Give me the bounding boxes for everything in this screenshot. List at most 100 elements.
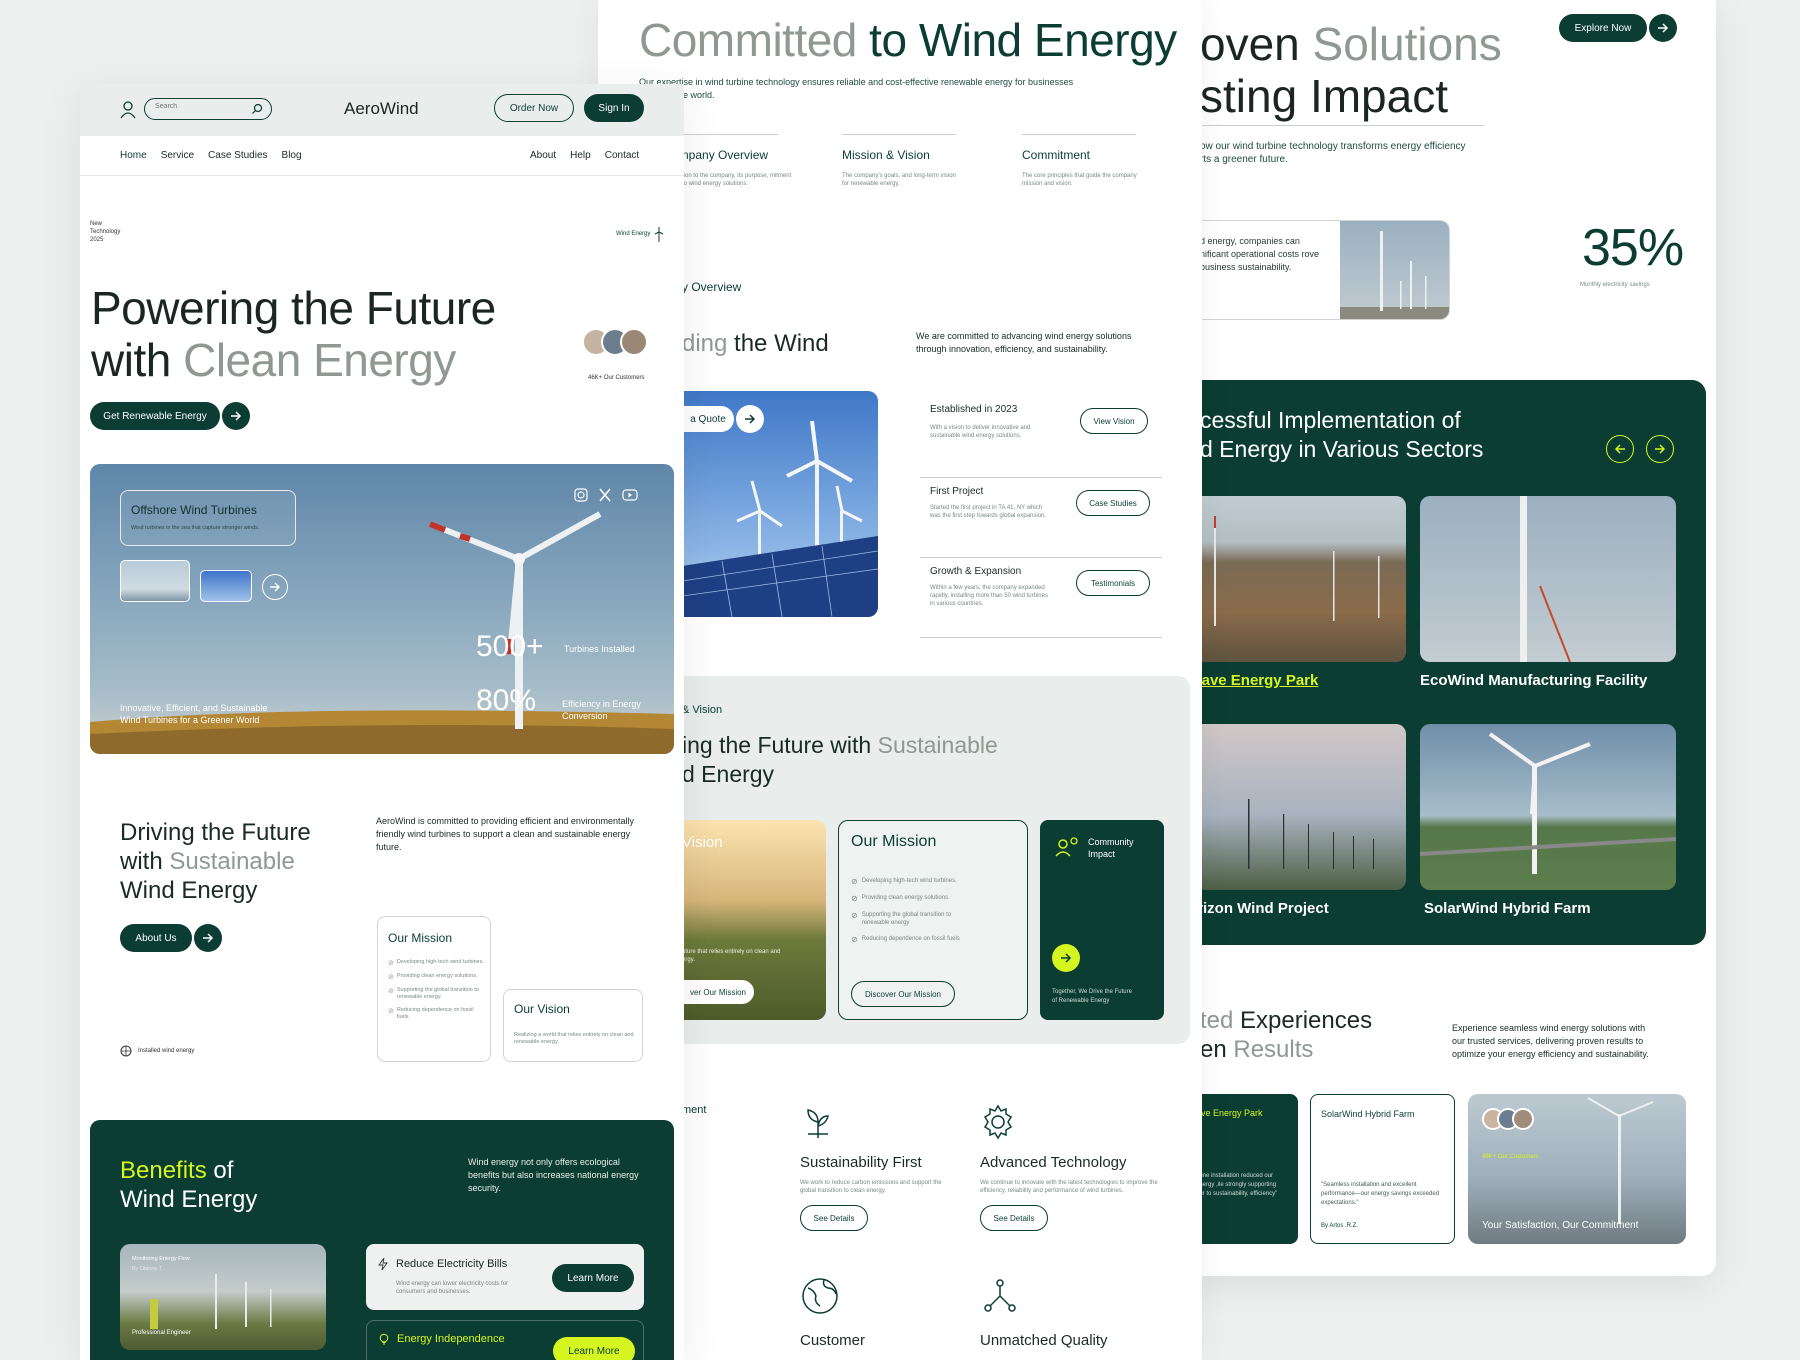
search-box[interactable] bbox=[144, 98, 272, 120]
testimonial-card[interactable]: SolarWind Hybrid Farm "Seamless installa… bbox=[1310, 1094, 1455, 1244]
customer-avatars bbox=[582, 328, 648, 356]
section-title: Committed to Wind Energy bbox=[639, 14, 1177, 66]
testimonial-photo-card[interactable]: 46K+ Our Customers Your Satisfaction, Ou… bbox=[1468, 1094, 1686, 1244]
turbine-icon bbox=[655, 227, 664, 242]
order-now-button[interactable]: Order Now bbox=[494, 94, 574, 122]
project-photo[interactable] bbox=[1420, 724, 1676, 890]
divider bbox=[1188, 125, 1484, 126]
quote-group: a Quote bbox=[682, 405, 764, 433]
nav-home[interactable]: Home bbox=[120, 150, 147, 161]
arrow-right-icon[interactable] bbox=[222, 402, 250, 430]
learn-more-button[interactable]: Learn More bbox=[553, 1337, 635, 1360]
about-desc: AeroWind is committed to providing effic… bbox=[376, 816, 634, 852]
divider bbox=[678, 134, 778, 135]
learn-more-button[interactable]: Learn More bbox=[552, 1264, 634, 1292]
see-details-button[interactable]: See Details bbox=[800, 1205, 868, 1231]
bolt-icon bbox=[378, 1258, 388, 1270]
lead-title: ding the Wind bbox=[682, 330, 829, 357]
efficiency-stat: 80% bbox=[476, 684, 537, 717]
nav-blog[interactable]: Blog bbox=[282, 150, 302, 161]
nav-contact[interactable]: Contact bbox=[605, 150, 639, 161]
feature-item: Sustainability First We work to reduce c… bbox=[800, 1104, 950, 1231]
nav-case-studies[interactable]: Case Studies bbox=[208, 150, 267, 161]
get-quote-button[interactable]: a Quote bbox=[682, 406, 734, 432]
project-photo[interactable] bbox=[1420, 496, 1676, 662]
project-photo[interactable] bbox=[1188, 496, 1406, 662]
our-mission-card: Our Mission ⊘ Developing high-tech wind t… bbox=[838, 820, 1028, 1020]
see-details-button[interactable]: See Details bbox=[980, 1205, 1048, 1231]
thumbnail[interactable] bbox=[200, 570, 252, 602]
our-vision-card: Our Vision Realizing a world that relies… bbox=[503, 989, 643, 1062]
turbines-stat-label: Turbines Installed bbox=[564, 644, 635, 654]
view-vision-button[interactable]: View Vision bbox=[1080, 408, 1148, 434]
benefits-desc: Wind energy not only offers ecological b… bbox=[468, 1157, 639, 1193]
solar-wind-photo: a Quote bbox=[682, 391, 878, 617]
experiences-title: ted Experiences en Results bbox=[1200, 1007, 1373, 1063]
network-icon bbox=[984, 1279, 1016, 1312]
overview-column: Commitment The core principles that guid… bbox=[1022, 148, 1137, 187]
community-icon bbox=[1055, 837, 1078, 857]
timeline: Established in 2023 With a vision to del… bbox=[920, 398, 1162, 638]
project-title[interactable]: EcoWind Manufacturing Facility bbox=[1420, 672, 1647, 689]
testimonial-card[interactable]: ave Energy Park rbine installation reduc… bbox=[1188, 1094, 1298, 1244]
savings-card: d energy, companies can nificant operati… bbox=[1188, 220, 1450, 320]
feature-item: Unmatched Quality bbox=[980, 1276, 1108, 1349]
discover-mission-button[interactable]: ver Our Mission bbox=[682, 980, 754, 1004]
nav-about[interactable]: About bbox=[530, 150, 556, 161]
search-input[interactable] bbox=[155, 103, 245, 110]
section-intro: Our expertise in wind turbine technology… bbox=[639, 77, 1074, 100]
benefit-card: Energy Independence Learn More bbox=[366, 1320, 644, 1360]
globe-icon bbox=[802, 1278, 838, 1314]
offshore-card[interactable]: Offshore Wind Turbines Wind turbines in … bbox=[120, 490, 296, 546]
project-photo[interactable] bbox=[1188, 724, 1406, 890]
efficiency-stat-label: Efficiency in Energy Conversion bbox=[562, 699, 641, 721]
case-studies-button[interactable]: Case Studies bbox=[1076, 490, 1150, 516]
arrow-right-icon[interactable] bbox=[262, 574, 288, 600]
instagram-icon[interactable] bbox=[574, 488, 588, 502]
sign-in-button[interactable]: Sign In bbox=[584, 94, 644, 122]
explore-now-button[interactable]: Explore Now bbox=[1559, 14, 1647, 42]
prev-arrow-button[interactable] bbox=[1606, 435, 1634, 463]
nav-service[interactable]: Service bbox=[161, 150, 194, 161]
about-us-button[interactable]: About Us bbox=[120, 924, 192, 952]
discover-our-mission-button[interactable]: Discover Our Mission bbox=[851, 981, 955, 1007]
search-icon[interactable] bbox=[251, 103, 263, 115]
next-arrow-button[interactable] bbox=[1646, 435, 1674, 463]
overview-column: npany Overview tion to the company, its … bbox=[682, 148, 792, 187]
arrow-right-icon[interactable] bbox=[736, 405, 764, 433]
arrow-right-icon[interactable] bbox=[1649, 14, 1677, 42]
left-board: AeroWind Order Now Sign In Home Service … bbox=[80, 84, 684, 1360]
user-icon[interactable] bbox=[120, 101, 136, 119]
explore-now-group: Explore Now bbox=[1559, 14, 1677, 42]
bulb-icon bbox=[379, 1333, 389, 1345]
project-title[interactable]: orizon Wind Project bbox=[1188, 900, 1329, 917]
section-label: ment bbox=[682, 1104, 707, 1116]
youtube-icon[interactable] bbox=[622, 488, 638, 502]
get-renewable-energy-button[interactable]: Get Renewable Energy bbox=[90, 402, 220, 430]
project-link[interactable]: Wave Energy Park bbox=[1188, 672, 1318, 689]
arrow-right-icon[interactable] bbox=[1052, 944, 1080, 972]
x-icon[interactable] bbox=[598, 488, 612, 502]
logo[interactable]: AeroWind bbox=[344, 99, 419, 119]
section-title: oven Solutions sting Impact bbox=[1200, 18, 1502, 122]
installed-note: Installed wind energy bbox=[120, 1045, 194, 1057]
arrow-right-icon[interactable] bbox=[194, 924, 222, 952]
social-icons bbox=[574, 488, 638, 502]
turbine-photo bbox=[1340, 221, 1449, 319]
testimonials-button[interactable]: Testimonials bbox=[1076, 570, 1150, 596]
top-nav: AeroWind Order Now Sign In bbox=[80, 84, 684, 136]
savings-stat-label: Monthly electricity savings bbox=[1580, 282, 1650, 288]
secondary-nav: About Help Contact bbox=[530, 150, 639, 161]
community-impact-card: Community Impact Together, We Drive the F… bbox=[1040, 820, 1164, 1020]
cta-group: Get Renewable Energy bbox=[90, 402, 250, 430]
middle-board: Committed to Wind Energy Our expertise i… bbox=[598, 0, 1202, 1360]
project-title[interactable]: SolarWind Hybrid Farm bbox=[1424, 900, 1591, 917]
divider bbox=[1022, 134, 1136, 135]
thumbnail[interactable] bbox=[120, 560, 190, 602]
about-us-group: About Us bbox=[120, 924, 222, 952]
primary-nav: Home Service Case Studies Blog bbox=[120, 150, 302, 161]
nav-help[interactable]: Help bbox=[570, 150, 591, 161]
section-intro: ow our wind turbine technology transform… bbox=[1200, 141, 1466, 165]
benefit-photo: Monitoring Energy Flow By Dianne T. Prof… bbox=[120, 1244, 326, 1350]
turbines-stat: 500+ bbox=[476, 630, 544, 663]
